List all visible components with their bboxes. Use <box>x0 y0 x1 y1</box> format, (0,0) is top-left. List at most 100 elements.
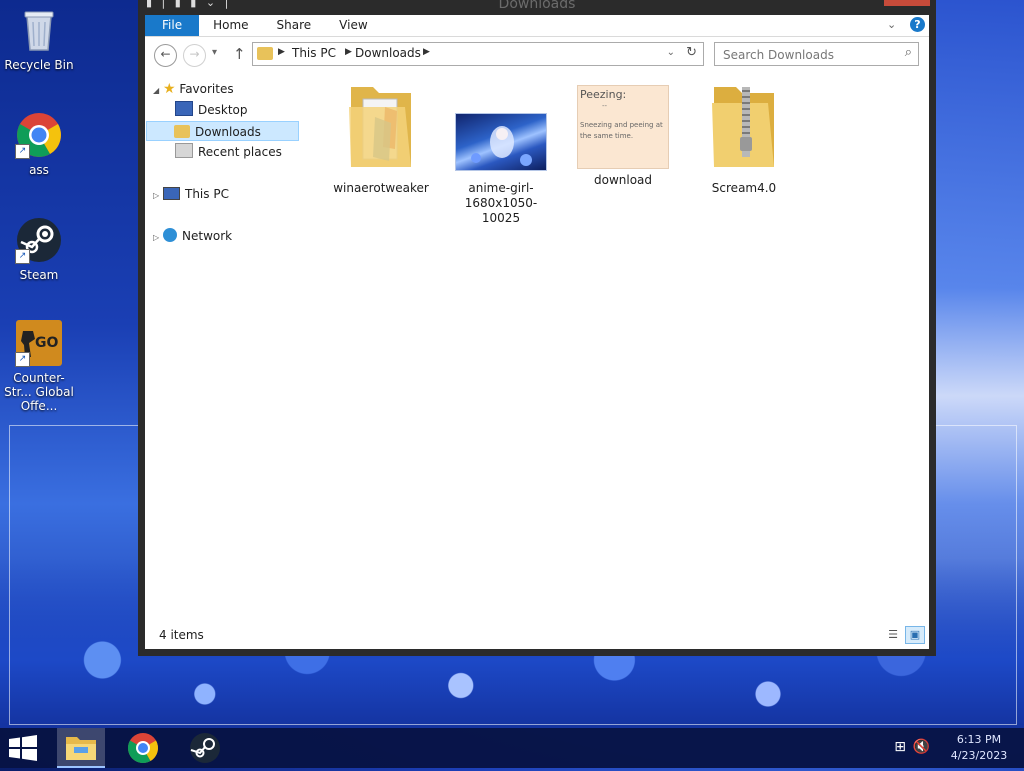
taskbar-file-explorer[interactable] <box>57 728 105 768</box>
tree-item-this-pc[interactable]: ▷ This PC <box>153 184 229 204</box>
windows-logo-icon <box>9 735 37 761</box>
search-box[interactable]: ⌕ <box>714 42 919 66</box>
details-view-icon[interactable]: ☰ <box>883 626 903 644</box>
address-bar[interactable]: ▶ This PC ▶ Downloads ▶ ⌄ ↻ <box>252 42 704 66</box>
file-item-scream[interactable]: Scream4.0 <box>689 77 799 196</box>
breadcrumb-separator-icon[interactable]: ▶ <box>423 47 430 57</box>
recent-places-icon <box>175 143 193 158</box>
desktop-icon-label: Recycle Bin <box>4 58 74 72</box>
clock-date: 4/23/2023 <box>950 749 1008 762</box>
tab-file[interactable]: File <box>145 15 200 36</box>
file-name: winaerotweaker <box>333 181 429 195</box>
image-thumbnail <box>455 113 547 171</box>
refresh-icon[interactable]: ↻ <box>686 45 697 60</box>
clock-time: 6:13 PM <box>956 733 1002 746</box>
item-count: 4 items <box>159 628 204 642</box>
downloads-folder-icon <box>174 125 190 138</box>
preview-title: Peezing: <box>580 88 627 101</box>
expand-ribbon-chevron-icon[interactable]: ⌄ <box>887 18 896 31</box>
search-input[interactable] <box>721 45 895 64</box>
tree-item-label: Desktop <box>198 103 248 117</box>
tree-item-recent-places[interactable]: Recent places <box>175 142 282 162</box>
taskbar-chrome[interactable] <box>119 728 167 768</box>
clock[interactable]: 6:13 PM 4/23/2023 <box>944 732 1014 764</box>
explorer-window[interactable]: ▮ | ▮ ▮ ⌄ | Downloads File Home Share View … <box>138 0 936 656</box>
file-item-download[interactable]: Peezing: -- Sneezing and peeing at the s… <box>568 85 678 188</box>
desktop-icon-label: ass <box>29 163 49 177</box>
title-bar[interactable]: ▮ | ▮ ▮ ⌄ | Downloads <box>138 0 936 16</box>
window-title: Downloads <box>498 0 576 12</box>
csgo-icon: GO ↗ <box>15 319 63 367</box>
csgo-badge-text: GO <box>35 335 59 351</box>
expand-arrow-icon[interactable]: ▷ <box>153 186 163 206</box>
start-button[interactable] <box>8 735 38 761</box>
recycle-bin-icon <box>15 6 63 54</box>
recent-locations-dropdown[interactable]: ▾ <box>212 47 217 58</box>
close-button[interactable] <box>884 0 930 6</box>
shortcut-arrow-icon: ↗ <box>15 144 30 159</box>
preview-dash: -- <box>602 102 608 110</box>
tree-item-network[interactable]: ▷ Network <box>153 226 232 246</box>
address-history-chevron-icon[interactable]: ⌄ <box>667 47 675 58</box>
file-name: anime-girl-1680x1050-10025 <box>464 181 538 225</box>
desktop-icon-recycle-bin[interactable]: Recycle Bin <box>1 6 77 72</box>
taskbar: ⊞ 🔇 6:13 PM 4/23/2023 <box>0 728 1024 768</box>
network-tray-icon[interactable]: ⊞ <box>894 739 906 755</box>
navigation-bar: ← → ▾ ↑ ▶ This PC ▶ Downloads ▶ ⌄ ↻ ⌕ <box>145 37 929 75</box>
breadcrumb-separator-icon[interactable]: ▶ <box>278 47 285 57</box>
tree-item-label: This PC <box>185 187 229 201</box>
volume-muted-icon[interactable]: 🔇 <box>913 739 930 755</box>
network-icon <box>163 228 177 242</box>
desktop-icon-steam[interactable]: ↗ Steam <box>1 216 77 282</box>
collapse-arrow-icon[interactable]: ◢ <box>153 81 163 101</box>
tab-home[interactable]: Home <box>199 15 262 36</box>
tree-item-label: Favorites <box>179 82 234 96</box>
large-icons-view-icon[interactable]: ▣ <box>905 626 925 644</box>
downloads-folder-icon <box>257 47 273 60</box>
desktop-icon-label: Steam <box>19 268 59 282</box>
steam-icon <box>190 733 220 763</box>
navigation-pane: ◢ ★ Favorites Desktop Downloads Recent pl… <box>145 75 305 620</box>
help-icon[interactable]: ? <box>910 17 925 32</box>
desktop-icon <box>175 101 193 116</box>
file-explorer-icon <box>66 737 96 760</box>
preview-text: Sneezing and peeing at the same time. <box>580 121 663 140</box>
breadcrumb-downloads[interactable]: Downloads <box>355 46 421 60</box>
search-icon[interactable]: ⌕ <box>905 45 912 60</box>
ribbon-tabs: File Home Share View ⌄ ? <box>145 15 929 37</box>
file-item-anime-girl[interactable]: anime-girl-1680x1050-10025 <box>446 113 556 226</box>
status-bar: 4 items ☰ ▣ <box>145 620 929 649</box>
computer-icon <box>163 187 180 200</box>
file-name: download <box>593 173 653 187</box>
file-list: winaerotweaker anime-girl-1680x1050-1002… <box>315 75 929 620</box>
taskbar-steam[interactable] <box>181 728 229 768</box>
desktop-icon-label: Counter-Str... Global Offe... <box>4 371 74 413</box>
up-button[interactable]: ↑ <box>233 45 246 63</box>
shortcut-arrow-icon: ↗ <box>15 352 30 367</box>
chrome-icon <box>127 733 159 764</box>
shortcut-arrow-icon: ↗ <box>15 249 30 264</box>
document-thumbnail: Peezing: -- Sneezing and peeing at the s… <box>577 85 669 169</box>
tab-view[interactable]: View <box>325 15 381 36</box>
zip-folder-icon <box>708 77 780 177</box>
desktop-icon-csgo[interactable]: GO ↗ Counter-Str... Global Offe... <box>1 319 77 413</box>
steam-icon: ↗ <box>15 216 63 264</box>
breadcrumb-separator-icon[interactable]: ▶ <box>345 47 352 57</box>
tree-item-label: Downloads <box>195 125 261 139</box>
tree-item-downloads[interactable]: Downloads <box>146 121 299 141</box>
tree-item-desktop[interactable]: Desktop <box>175 100 248 120</box>
tab-share[interactable]: Share <box>263 15 326 36</box>
desktop-icon-chrome[interactable]: ↗ ass <box>1 111 77 177</box>
explorer-body: ◢ ★ Favorites Desktop Downloads Recent pl… <box>145 75 929 620</box>
folder-icon <box>345 77 417 177</box>
tree-item-label: Recent places <box>198 145 282 159</box>
expand-arrow-icon[interactable]: ▷ <box>153 228 163 248</box>
file-item-winaerotweaker[interactable]: winaerotweaker <box>326 77 436 196</box>
favorites-star-icon: ★ <box>163 81 176 97</box>
wallpaper-right-panel <box>934 0 1024 720</box>
forward-button[interactable]: → <box>183 44 206 67</box>
tree-item-favorites[interactable]: ◢ ★ Favorites <box>153 79 234 99</box>
back-button[interactable]: ← <box>154 44 177 67</box>
breadcrumb-this-pc[interactable]: This PC <box>292 46 336 60</box>
file-name: Scream4.0 <box>711 181 777 195</box>
